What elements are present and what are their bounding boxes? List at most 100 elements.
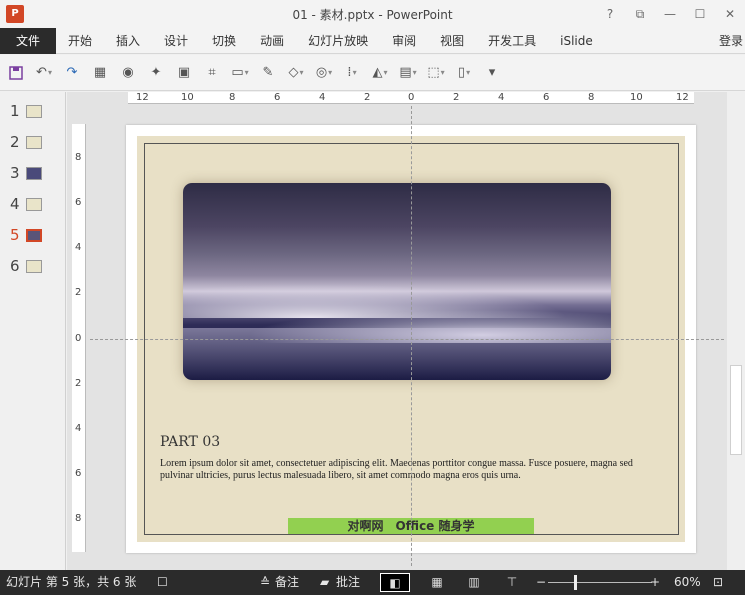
ribbon-tabs: 文件 开始 插入 设计 切换 动画 幻灯片放映 审阅 视图 开发工具 iSlid…: [0, 27, 745, 54]
ruler-tick: 4: [319, 92, 326, 103]
tab-design[interactable]: 设计: [152, 28, 200, 54]
more-icon[interactable]: ▾: [480, 61, 504, 85]
thumbnail-image: [26, 104, 42, 118]
ruler-tick: 6: [75, 197, 82, 208]
slide-thumbnail-panel: 1 2 3 4 5 6: [0, 92, 66, 570]
ribbon-display-button[interactable]: ⧉: [625, 0, 655, 28]
tab-view[interactable]: 视图: [428, 28, 476, 54]
redo-icon[interactable]: ↷: [60, 61, 84, 85]
thumbnail-image: [26, 228, 42, 242]
crop-icon[interactable]: ⌗: [200, 61, 224, 85]
thumbnail-number: 4: [10, 195, 20, 213]
zoom-in-button[interactable]: +: [650, 574, 660, 591]
ruler-tick: 2: [75, 378, 82, 389]
zoom-slider[interactable]: [548, 582, 652, 583]
tab-slideshow[interactable]: 幻灯片放映: [296, 28, 380, 54]
vertical-ruler: 8 6 4 2 0 2 4 6 8: [72, 124, 86, 552]
ruler-tick: 12: [136, 92, 149, 103]
ruler-tick: 6: [274, 92, 281, 103]
photo-ridge: [183, 328, 611, 380]
window-controls: ? ⧉ — ☐ ✕: [595, 0, 745, 28]
tab-insert[interactable]: 插入: [104, 28, 152, 54]
maximize-button[interactable]: ☐: [685, 0, 715, 28]
align-icon[interactable]: ⁞: [340, 61, 364, 85]
tab-review[interactable]: 审阅: [380, 28, 428, 54]
save-icon[interactable]: [4, 61, 28, 85]
horizontal-guide[interactable]: [90, 339, 724, 340]
ruler-tick: 2: [75, 287, 82, 298]
status-bar: 幻灯片 第 5 张，共 6 张 ☐ ≙ 备注 ▰ 批注 ◧ ▦ ▥ ⊤ − + …: [0, 570, 745, 595]
thumbnail-slide-2[interactable]: 2: [10, 133, 42, 151]
close-button[interactable]: ✕: [715, 0, 745, 28]
tab-animations[interactable]: 动画: [248, 28, 296, 54]
slide-heading[interactable]: PART 03: [160, 434, 220, 450]
fit-to-window-icon[interactable]: ⊡: [713, 574, 723, 591]
normal-view-button[interactable]: ◧: [380, 573, 410, 592]
thumbnail-number: 6: [10, 257, 20, 275]
ruler-tick: 6: [543, 92, 550, 103]
ruler-tick: 8: [229, 92, 236, 103]
undo-icon[interactable]: ↶: [32, 61, 56, 85]
rotate-icon[interactable]: ◭: [368, 61, 392, 85]
slide-body-text[interactable]: Lorem ipsum dolor sit amet, consectetuer…: [160, 458, 640, 482]
ruler-tick: 8: [588, 92, 595, 103]
slide-sorter-button[interactable]: ▦: [422, 573, 452, 592]
tab-file[interactable]: 文件: [0, 27, 56, 54]
scrollbar-thumb[interactable]: [730, 365, 742, 455]
slideshow-view-button[interactable]: ⊤: [497, 573, 527, 592]
group-icon[interactable]: ⬚: [424, 61, 448, 85]
mountain-photo[interactable]: [183, 183, 611, 380]
login-link[interactable]: 登录: [719, 32, 743, 49]
vertical-scrollbar[interactable]: [727, 92, 745, 570]
ruler-tick: 0: [75, 333, 82, 344]
reading-view-button[interactable]: ▥: [459, 573, 489, 592]
camera-icon[interactable]: ◉: [116, 61, 140, 85]
minimize-button[interactable]: —: [655, 0, 685, 28]
ruler-tick: 2: [453, 92, 460, 103]
quick-toolbar: ↶ ↷ ▦ ◉ ✦ ▣ ⌗ ▭ ✎ ◇ ◎ ⁞ ◭ ▤ ⬚ ▯ ▾: [0, 55, 745, 91]
arrange-icon[interactable]: ▤: [396, 61, 420, 85]
textbox-icon[interactable]: ▭: [228, 61, 252, 85]
title-bar: P 01 - 素材.pptx - PowerPoint ? ⧉ — ☐ ✕: [0, 0, 745, 28]
tab-islide[interactable]: iSlide: [548, 28, 605, 54]
shape-icon[interactable]: ◇: [284, 61, 308, 85]
zoom-out-button[interactable]: −: [536, 574, 546, 591]
thumbnail-number: 3: [10, 164, 20, 182]
thumbnail-number: 5: [10, 226, 20, 244]
ruler-tick: 4: [75, 242, 82, 253]
ruler-tick: 4: [75, 423, 82, 434]
comments-button[interactable]: 批注: [336, 574, 360, 591]
notes-icon[interactable]: ≙: [260, 574, 270, 591]
thumbnail-image: [26, 197, 42, 211]
zoom-level[interactable]: 60%: [674, 574, 701, 591]
horizontal-ruler: 12 10 8 6 4 2 0 2 4 6 8 10 12: [128, 92, 694, 104]
format-painter-icon[interactable]: ▣: [172, 61, 196, 85]
tab-transitions[interactable]: 切换: [200, 28, 248, 54]
slideshow-icon[interactable]: ▯: [452, 61, 476, 85]
ruler-tick: 8: [75, 513, 82, 524]
thumbnail-slide-1[interactable]: 1: [10, 102, 42, 120]
tab-developer[interactable]: 开发工具: [476, 28, 548, 54]
ruler-tick: 2: [364, 92, 371, 103]
thumbnail-number: 1: [10, 102, 20, 120]
vertical-guide[interactable]: [411, 106, 412, 566]
star-icon[interactable]: ✦: [144, 61, 168, 85]
thumbnail-number: 2: [10, 133, 20, 151]
thumbnail-slide-3[interactable]: 3: [10, 164, 42, 182]
notes-button[interactable]: 备注: [275, 574, 299, 591]
zoom-slider-thumb[interactable]: [574, 575, 577, 590]
thumbnail-slide-6[interactable]: 6: [10, 257, 42, 275]
ruler-tick: 4: [498, 92, 505, 103]
ruler-tick: 10: [630, 92, 643, 103]
thumbnail-slide-5[interactable]: 5: [10, 226, 42, 244]
thumbnail-image: [26, 135, 42, 149]
table-icon[interactable]: ▦: [88, 61, 112, 85]
ruler-tick: 0: [408, 92, 415, 103]
help-button[interactable]: ?: [595, 0, 625, 28]
thumbnail-slide-4[interactable]: 4: [10, 195, 42, 213]
spellcheck-icon[interactable]: ☐: [157, 574, 168, 591]
comments-icon[interactable]: ▰: [320, 574, 329, 591]
tab-home[interactable]: 开始: [56, 28, 104, 54]
merge-shapes-icon[interactable]: ◎: [312, 61, 336, 85]
paint-brush-icon[interactable]: ✎: [256, 61, 280, 85]
